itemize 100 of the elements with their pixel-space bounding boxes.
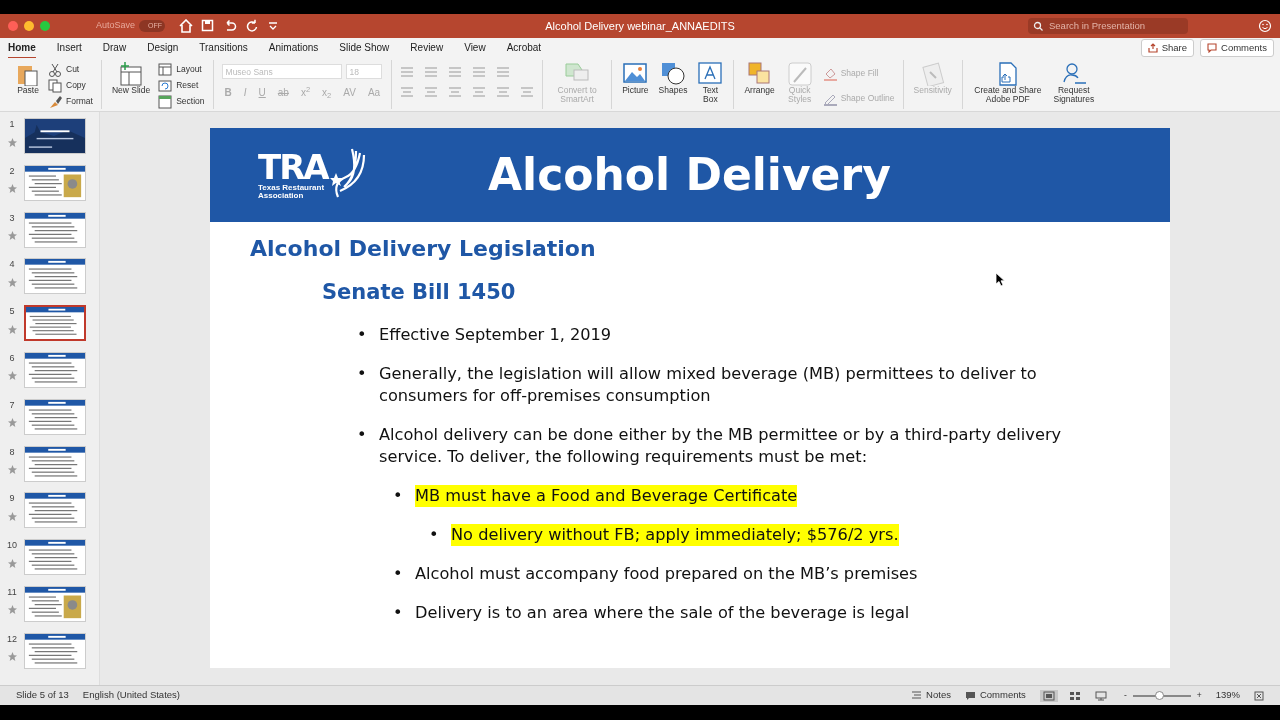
fit-to-window-icon[interactable] bbox=[1254, 690, 1264, 701]
search-input[interactable]: Search in Presentation bbox=[1049, 18, 1179, 34]
styles-icon bbox=[787, 62, 812, 86]
slide-number: 6 bbox=[9, 352, 15, 365]
normal-view-button[interactable] bbox=[1039, 689, 1058, 702]
text-box-button[interactable]: Text Box bbox=[695, 60, 726, 107]
bullet-marker: • bbox=[392, 562, 404, 585]
section-icon bbox=[158, 94, 173, 109]
paste-button[interactable]: Paste bbox=[14, 60, 42, 98]
slide-heading: Alcohol Delivery Legislation bbox=[250, 236, 597, 263]
slide-thumbnail[interactable] bbox=[24, 305, 86, 342]
ribbon-tab[interactable]: Review bbox=[410, 37, 444, 59]
notes-icon bbox=[911, 691, 923, 700]
logo-caption: Texas Restaurant Association bbox=[258, 183, 326, 201]
ribbon-tab[interactable]: Insert bbox=[56, 37, 82, 59]
ribbon-tab[interactable]: Transitions bbox=[199, 37, 248, 59]
reset-button[interactable]: Reset bbox=[158, 78, 205, 93]
feedback-icon[interactable] bbox=[1258, 19, 1272, 33]
notes-button[interactable]: Notes bbox=[911, 688, 951, 703]
layout-button[interactable]: Layout bbox=[158, 62, 205, 77]
picture-button[interactable]: Picture bbox=[620, 60, 651, 98]
search-icon bbox=[1033, 21, 1045, 31]
layout-icon bbox=[158, 62, 173, 77]
ribbon-tab[interactable]: View bbox=[464, 37, 486, 59]
slide-number: 7 bbox=[9, 398, 15, 412]
slide-number: 4 bbox=[9, 258, 15, 272]
slide-position: Slide 5 of 13 bbox=[16, 688, 69, 703]
slide-number: 1 bbox=[9, 118, 15, 131]
bullet-text: Delivery is to an area where the sale of the beverage is legal bbox=[415, 601, 910, 624]
text-box-icon bbox=[698, 62, 723, 86]
zoom-slider[interactable] bbox=[1132, 694, 1191, 697]
ribbon-tab[interactable]: Animations bbox=[268, 37, 319, 59]
bullet-text: Effective September 1, 2019 bbox=[379, 323, 612, 346]
picture-icon bbox=[623, 62, 648, 86]
zoom-thumb[interactable] bbox=[1154, 690, 1164, 700]
bullet-text: Alcohol delivery can be done either by the MB permittee or by a third-party delivery service. To deliver, the following requirements must be met: bbox=[379, 423, 1063, 468]
ribbon-tab[interactable]: Design bbox=[147, 37, 179, 59]
request-signatures-button[interactable]: Request Signatures bbox=[1050, 60, 1097, 107]
autosave-label: AutoSave bbox=[96, 19, 136, 33]
arrange-button[interactable]: Arrange bbox=[742, 60, 777, 98]
ribbon-tab[interactable]: Slide Show bbox=[339, 37, 390, 59]
comments-toggle[interactable]: Comments bbox=[964, 688, 1026, 703]
slide-number: 9 bbox=[9, 492, 15, 506]
star-icon bbox=[7, 324, 17, 334]
home-icon[interactable] bbox=[179, 19, 194, 33]
star-icon bbox=[7, 371, 17, 381]
section-button[interactable]: Section bbox=[158, 94, 205, 109]
logo-wordmark: TRA bbox=[258, 149, 328, 184]
bullet-marker: • bbox=[428, 523, 440, 546]
bullet-marker: • bbox=[356, 362, 368, 385]
paint-bucket-icon bbox=[822, 66, 837, 81]
redo-icon[interactable] bbox=[245, 19, 260, 33]
star-icon bbox=[7, 137, 17, 147]
slide-number: 3 bbox=[9, 211, 15, 225]
bullet-text: MB must have a Food and Beverage Certificate bbox=[415, 484, 798, 507]
copy-button[interactable]: Copy bbox=[48, 78, 93, 93]
reset-icon bbox=[158, 78, 173, 93]
shapes-icon bbox=[661, 62, 685, 86]
zoom-out-button[interactable]: - bbox=[1123, 688, 1127, 703]
bullet-marker: • bbox=[356, 423, 368, 446]
comment-icon bbox=[1207, 43, 1218, 53]
mouse-cursor-icon bbox=[995, 272, 1005, 287]
star-icon bbox=[7, 605, 17, 615]
minimize-button[interactable] bbox=[24, 21, 34, 31]
bullet-text: Generally, the legislation will allow mixed beverage (MB) permittees to deliver to consumers for off-premises consumption bbox=[379, 362, 1038, 407]
ribbon-tab[interactable]: Draw bbox=[102, 37, 127, 59]
ribbon-tab[interactable]: Acrobat bbox=[506, 37, 542, 59]
share-icon bbox=[1147, 43, 1158, 53]
save-icon[interactable] bbox=[201, 19, 216, 33]
bullet-marker: • bbox=[392, 601, 404, 624]
cut-button[interactable]: Cut bbox=[48, 62, 93, 77]
scissors-icon bbox=[48, 62, 62, 77]
shapes-button[interactable]: Shapes bbox=[656, 60, 690, 98]
bullet-text: No delivery without FB; apply immediately; $576/2 yrs. bbox=[451, 523, 899, 546]
zoom-percent[interactable]: 139% bbox=[1215, 688, 1240, 703]
star-icon bbox=[7, 465, 17, 475]
undo-icon[interactable] bbox=[223, 19, 238, 33]
slide-number: 10 bbox=[7, 539, 17, 553]
language-status[interactable]: English (United States) bbox=[82, 688, 180, 703]
brush-icon bbox=[48, 94, 62, 109]
slide-number: 11 bbox=[7, 585, 17, 599]
bullet-text: Alcohol must accompany food prepared on the MB’s premises bbox=[415, 562, 918, 585]
create-pdf-button[interactable]: Create and Share Adobe PDF bbox=[970, 60, 1045, 107]
star-icon bbox=[7, 184, 17, 194]
bullet-marker: • bbox=[392, 484, 404, 507]
comments-button[interactable]: Comments bbox=[1200, 38, 1274, 58]
comment-icon bbox=[964, 690, 976, 701]
star-icon bbox=[7, 558, 17, 568]
star-icon bbox=[7, 418, 17, 428]
share-button[interactable]: Share bbox=[1140, 38, 1195, 58]
zoom-in-button[interactable]: + bbox=[1196, 688, 1202, 703]
copy-icon bbox=[48, 78, 62, 93]
format-painter-button[interactable]: Format bbox=[48, 94, 93, 109]
slide-number: 5 bbox=[9, 305, 15, 319]
star-icon bbox=[7, 277, 17, 287]
new-slide-button[interactable]: New Slide bbox=[109, 60, 153, 98]
search-field[interactable]: Search in Presentation bbox=[1028, 18, 1188, 34]
arrange-icon bbox=[747, 62, 772, 86]
star-icon bbox=[7, 652, 17, 662]
slide-title: Alcohol Delivery bbox=[488, 148, 891, 202]
